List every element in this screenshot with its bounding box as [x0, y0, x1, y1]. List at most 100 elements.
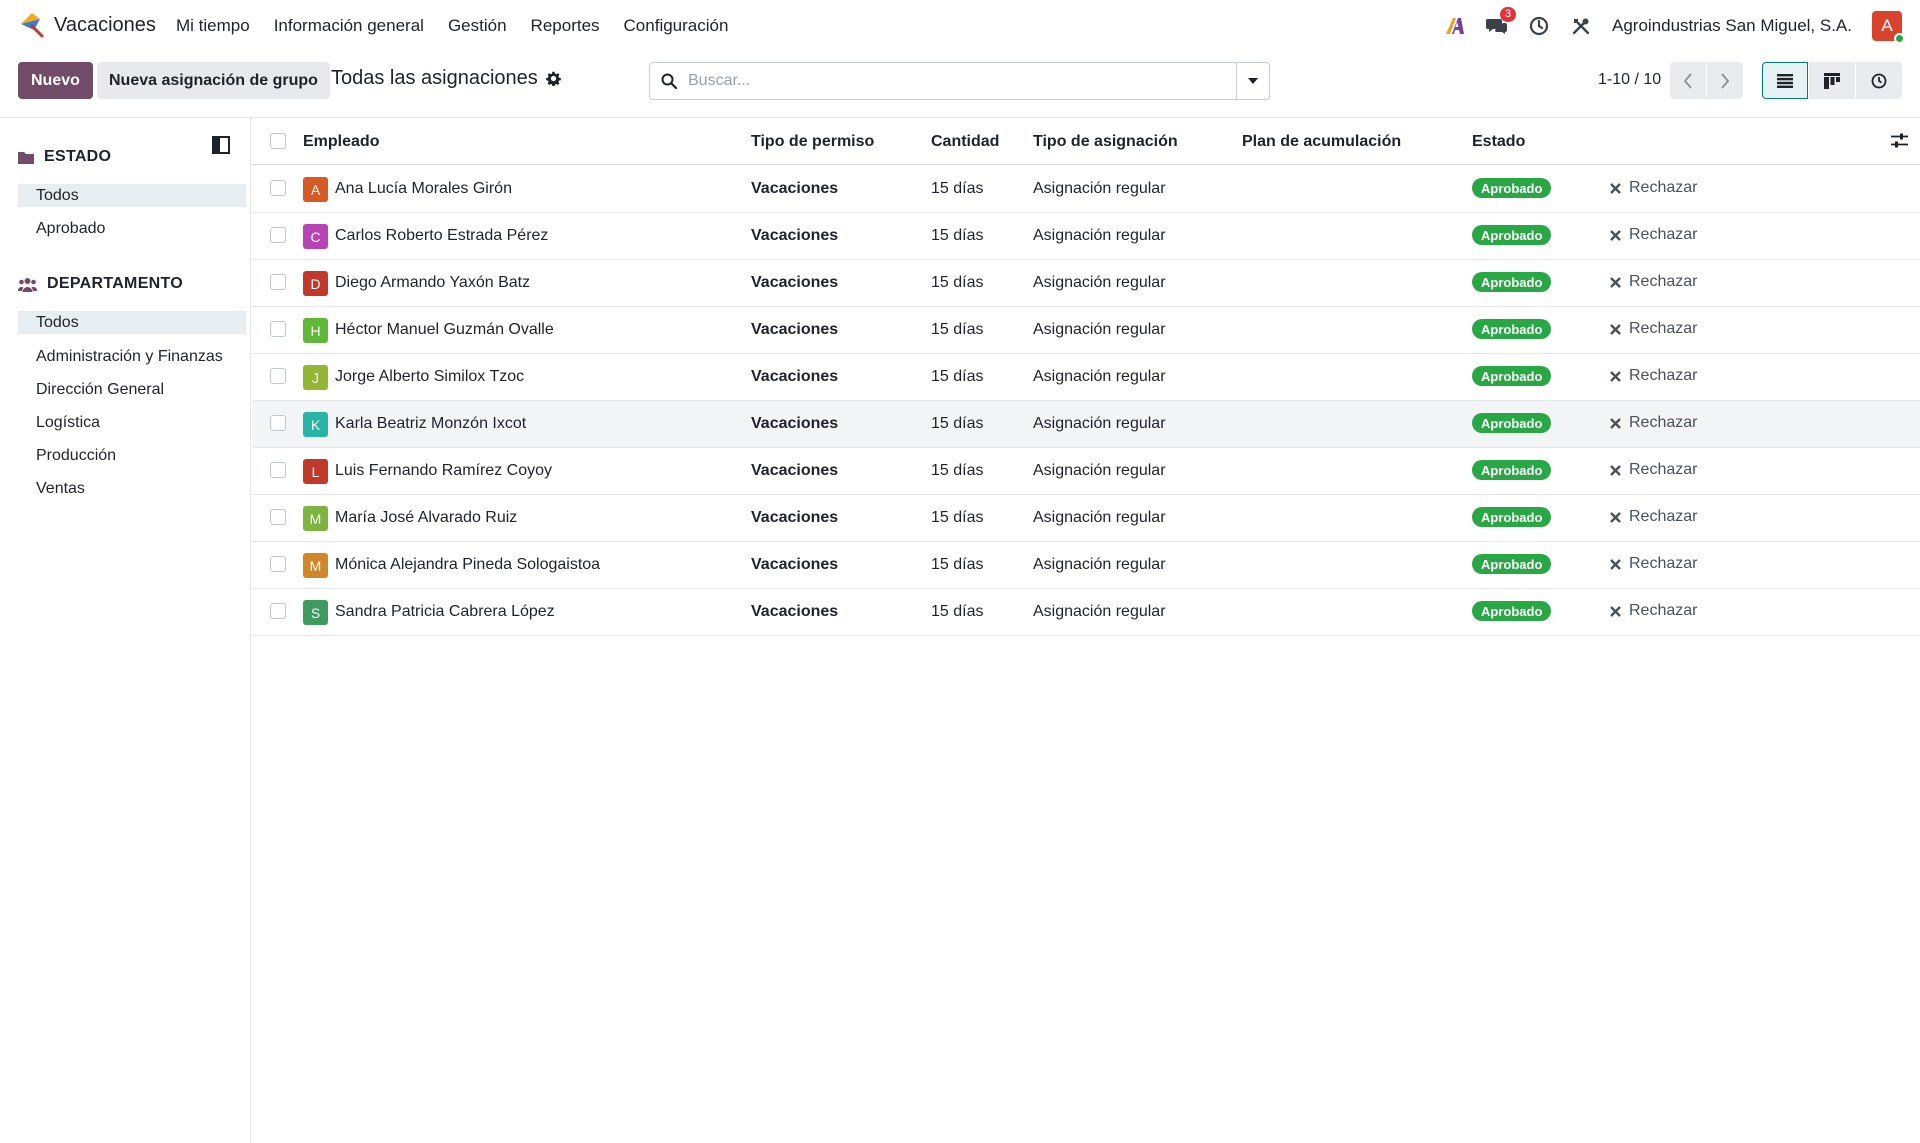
reject-button[interactable]: Rechazar	[1610, 414, 1697, 432]
app-logo-icon[interactable]	[18, 10, 46, 38]
table-row[interactable]: M Mónica Alejandra Pineda Sologaistoa Vaca…	[252, 542, 1920, 589]
close-icon	[1610, 276, 1621, 288]
row-checkbox[interactable]	[270, 415, 286, 431]
employee-avatar: A	[303, 177, 328, 202]
leave-type: Vacaciones	[751, 509, 839, 526]
list-view-button[interactable]	[1762, 62, 1808, 99]
row-checkbox[interactable]	[270, 321, 286, 337]
reject-button[interactable]: Rechazar	[1610, 508, 1697, 526]
activity-view-button[interactable]	[1856, 62, 1902, 99]
table-row[interactable]: A Ana Lucía Morales Girón Vacaciones 15 día…	[252, 166, 1920, 213]
systray: 3 Agroindustrias San Miguel, S.A. A	[1444, 7, 1905, 44]
user-avatar[interactable]: A	[1872, 11, 1905, 44]
employee-avatar: H	[303, 318, 328, 343]
table-row[interactable]: J Jorge Alberto Similox Tzoc Vacaciones 15 …	[252, 354, 1920, 401]
search-input[interactable]	[688, 72, 1236, 90]
reject-button[interactable]: Rechazar	[1610, 367, 1697, 385]
department-filter-direccion-general[interactable]: Dirección General	[18, 378, 246, 401]
department-filter-ventas[interactable]: Ventas	[18, 477, 246, 500]
allocation-type: Asignación regular	[1033, 556, 1166, 573]
table-row[interactable]: K Karla Beatriz Monzón Ixcot Vacaciones 15 …	[252, 401, 1920, 448]
sidebar-toggle-icon[interactable]	[212, 136, 230, 154]
amount: 15 días	[931, 321, 984, 338]
close-icon	[1610, 323, 1621, 335]
table-row[interactable]: C Carlos Roberto Estrada Pérez Vacaciones 1…	[252, 213, 1920, 260]
gear-icon[interactable]	[545, 71, 561, 86]
column-header-leave-type[interactable]: Tipo de permiso	[751, 133, 874, 151]
leave-type: Vacaciones	[751, 274, 839, 291]
department-filter-produccion[interactable]: Producción	[18, 444, 246, 467]
reject-button[interactable]: Rechazar	[1610, 461, 1697, 479]
column-header-state[interactable]: Estado	[1472, 133, 1525, 151]
clock-icon	[1871, 73, 1887, 88]
pager-value[interactable]: 1-10 / 10	[1598, 71, 1661, 89]
table-row[interactable]: L Luis Fernando Ramírez Coyoy Vacaciones 15…	[252, 448, 1920, 495]
reject-button[interactable]: Rechazar	[1610, 226, 1697, 244]
table-header: Empleado Tipo de permiso Cantidad Tipo d…	[252, 118, 1920, 165]
reject-label: Rechazar	[1629, 320, 1698, 337]
menu-item-mi-tiempo[interactable]: Mi tiempo	[176, 16, 250, 36]
app-name[interactable]: Vacaciones	[54, 14, 156, 37]
menu-item-configuracion[interactable]: Configuración	[624, 16, 729, 36]
close-icon	[1610, 370, 1621, 382]
pager-next-button[interactable]	[1707, 62, 1743, 99]
activity-clock-icon[interactable]	[1528, 15, 1550, 37]
column-header-employee[interactable]: Empleado	[303, 133, 379, 151]
new-button[interactable]: Nuevo	[18, 62, 93, 99]
messages-icon[interactable]: 3	[1485, 7, 1517, 37]
reject-button[interactable]: Rechazar	[1610, 179, 1697, 197]
employee-avatar: K	[303, 412, 328, 437]
row-checkbox[interactable]	[270, 603, 286, 619]
reject-button[interactable]: Rechazar	[1610, 273, 1697, 291]
allocation-type: Asignación regular	[1033, 462, 1166, 479]
menu-item-reportes[interactable]: Reportes	[531, 16, 600, 36]
department-filter-todos[interactable]: Todos	[18, 311, 246, 334]
reject-button[interactable]: Rechazar	[1610, 555, 1697, 573]
department-filter-logistica[interactable]: Logística	[18, 411, 246, 434]
search-options-toggle[interactable]	[1236, 63, 1269, 99]
menu-item-informacion-general[interactable]: Información general	[274, 16, 424, 36]
column-header-allocation-type[interactable]: Tipo de asignación	[1033, 133, 1178, 151]
table-row[interactable]: M María José Alvarado Ruiz Vacaciones 15 dí…	[252, 495, 1920, 542]
company-switcher[interactable]: Agroindustrias San Miguel, S.A.	[1612, 16, 1852, 36]
reject-label: Rechazar	[1629, 414, 1698, 431]
row-checkbox[interactable]	[270, 180, 286, 196]
leave-type: Vacaciones	[751, 321, 839, 338]
status-filter-todos[interactable]: Todos	[18, 184, 246, 207]
reject-button[interactable]: Rechazar	[1610, 320, 1697, 338]
status-badge: Aprobado	[1472, 225, 1552, 245]
new-group-allocation-button[interactable]: Nueva asignación de grupo	[97, 62, 330, 99]
row-checkbox[interactable]	[270, 462, 286, 478]
users-icon	[18, 277, 37, 292]
row-checkbox[interactable]	[270, 274, 286, 290]
main-menu: Mi tiempo Información general Gestión Re…	[176, 16, 728, 36]
table-row[interactable]: H Héctor Manuel Guzmán Ovalle Vacaciones 15…	[252, 307, 1920, 354]
row-checkbox[interactable]	[270, 509, 286, 525]
row-checkbox[interactable]	[270, 227, 286, 243]
optional-columns-icon[interactable]	[1891, 133, 1908, 148]
pager-previous-button[interactable]	[1670, 62, 1706, 99]
amount: 15 días	[931, 603, 984, 620]
employee-name: Luis Fernando Ramírez Coyoy	[335, 462, 552, 479]
allocation-type: Asignación regular	[1033, 321, 1166, 338]
kanban-view-button[interactable]	[1809, 62, 1855, 99]
select-all-checkbox[interactable]	[270, 133, 286, 149]
amount: 15 días	[931, 368, 984, 385]
tools-icon[interactable]	[1570, 15, 1592, 37]
leave-type: Vacaciones	[751, 556, 839, 573]
status-filter-aprobado[interactable]: Aprobado	[18, 217, 246, 240]
table-row[interactable]: S Sandra Patricia Cabrera López Vacaciones…	[252, 589, 1920, 636]
table-row[interactable]: D Diego Armando Yaxón Batz Vacaciones 15 dí…	[252, 260, 1920, 307]
row-checkbox[interactable]	[270, 368, 286, 384]
leave-type: Vacaciones	[751, 603, 839, 620]
employee-avatar: C	[303, 224, 328, 249]
employee-avatar: J	[303, 365, 328, 390]
menu-item-gestion[interactable]: Gestión	[448, 16, 507, 36]
reject-button[interactable]: Rechazar	[1610, 602, 1697, 620]
list-icon	[1777, 73, 1793, 88]
column-header-amount[interactable]: Cantidad	[931, 133, 999, 151]
ai-assistant-icon[interactable]	[1444, 15, 1466, 37]
column-header-accrual-plan[interactable]: Plan de acumulación	[1242, 133, 1401, 151]
department-filter-administracion-finanzas[interactable]: Administración y Finanzas	[18, 345, 246, 368]
row-checkbox[interactable]	[270, 556, 286, 572]
